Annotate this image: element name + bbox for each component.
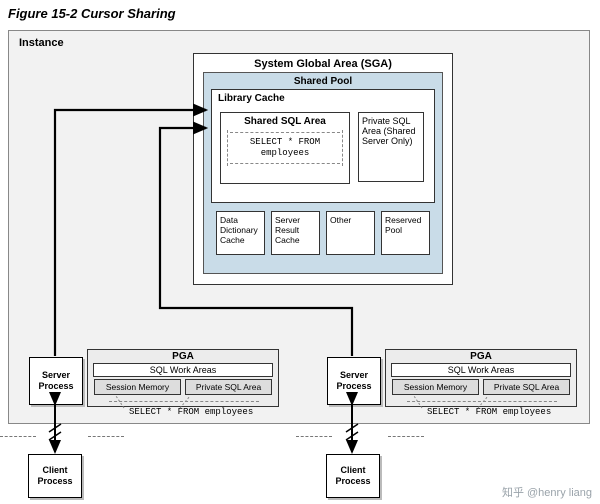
sql-work-areas: SQL Work Areas xyxy=(93,363,273,377)
server-result-cache: Server Result Cache xyxy=(271,211,320,255)
sga-box: System Global Area (SGA) Shared Pool Lib… xyxy=(193,53,453,285)
private-sql-area-box: Private SQL Area (Shared Server Only) xyxy=(358,112,424,182)
private-sql-area-pga: Private SQL Area xyxy=(483,379,570,395)
client-process-box: Client Process xyxy=(326,454,380,498)
boundary-dash xyxy=(296,436,332,437)
boundary-dash xyxy=(88,436,124,437)
pga-title: PGA xyxy=(386,350,576,363)
shared-sql-area-title: Shared SQL Area xyxy=(221,113,349,127)
pga-title: PGA xyxy=(88,350,278,363)
private-sql-area-pga: Private SQL Area xyxy=(185,379,272,395)
library-cache-box: Library Cache Shared SQL Area SELECT * F… xyxy=(211,89,435,203)
server-group-right: Server Process PGA SQL Work Areas Sessio… xyxy=(327,349,579,417)
pga-box: PGA SQL Work Areas Session Memory Privat… xyxy=(87,349,279,407)
sga-title: System Global Area (SGA) xyxy=(194,54,452,72)
watermark: 知乎 @henry liang xyxy=(502,484,592,500)
server-group-left: Server Process PGA SQL Work Areas Sessio… xyxy=(29,349,281,417)
boundary-dash xyxy=(388,436,424,437)
shared-pool-title: Shared Pool xyxy=(204,73,442,89)
shared-pool-box: Shared Pool Library Cache Shared SQL Are… xyxy=(203,72,443,274)
shared-pool-row2: Data Dictionary Cache Server Result Cach… xyxy=(212,211,434,255)
reserved-pool-box: Reserved Pool xyxy=(381,211,430,255)
library-cache-title: Library Cache xyxy=(212,90,434,106)
session-memory: Session Memory xyxy=(94,379,181,395)
server-process-box: Server Process xyxy=(327,357,381,405)
pga-box: PGA SQL Work Areas Session Memory Privat… xyxy=(385,349,577,407)
client-process-box: Client Process xyxy=(28,454,82,498)
shared-sql-area-box: Shared SQL Area SELECT * FROM employees xyxy=(220,112,350,184)
session-memory: Session Memory xyxy=(392,379,479,395)
sql-legend: SELECT * FROM employees xyxy=(427,407,551,417)
other-box: Other xyxy=(326,211,375,255)
data-dictionary-cache: Data Dictionary Cache xyxy=(216,211,265,255)
sql-work-areas: SQL Work Areas xyxy=(391,363,571,377)
instance-label: Instance xyxy=(19,37,64,49)
sql-legend: SELECT * FROM employees xyxy=(129,407,253,417)
server-process-box: Server Process xyxy=(29,357,83,405)
shared-sql-statement: SELECT * FROM employees xyxy=(230,132,340,164)
boundary-dash xyxy=(0,436,36,437)
figure-title: Figure 15-2 Cursor Sharing xyxy=(8,6,176,21)
instance-box: Instance System Global Area (SGA) Shared… xyxy=(8,30,590,424)
